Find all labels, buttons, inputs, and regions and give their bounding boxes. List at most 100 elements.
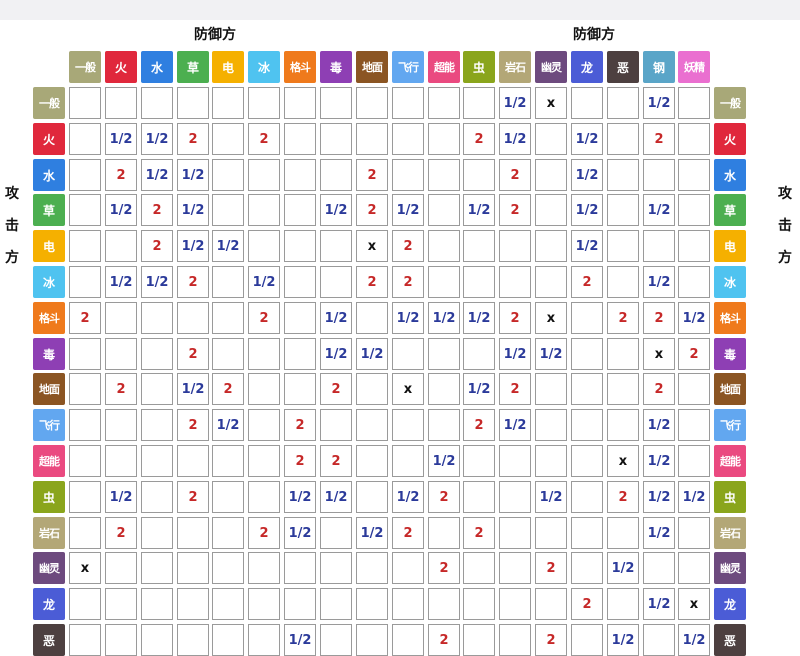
effectiveness-cell: 1/2	[678, 624, 710, 656]
effectiveness-cell: 2	[248, 302, 280, 334]
effectiveness-cell: 2	[105, 159, 137, 191]
effectiveness-cell: 1/2	[535, 481, 567, 513]
effectiveness-cell	[177, 552, 209, 584]
row-header-type-right: 电	[714, 230, 746, 262]
effectiveness-cell	[428, 123, 460, 155]
effectiveness-cell	[177, 517, 209, 549]
effectiveness-cell: x	[678, 588, 710, 620]
effectiveness-cell	[499, 266, 531, 298]
effectiveness-cell	[463, 159, 495, 191]
effectiveness-cell	[141, 517, 173, 549]
effectiveness-cell: 1/2	[607, 552, 639, 584]
effectiveness-cell	[212, 302, 244, 334]
effectiveness-cell	[356, 302, 388, 334]
effectiveness-cell	[212, 445, 244, 477]
effectiveness-cell	[678, 517, 710, 549]
effectiveness-cell: 1/2	[212, 409, 244, 441]
effectiveness-cell: x	[643, 338, 675, 370]
effectiveness-cell	[177, 302, 209, 334]
effectiveness-cell	[105, 87, 137, 119]
effectiveness-cell: 1/2	[392, 481, 424, 513]
effectiveness-cell	[356, 552, 388, 584]
col-header-type: 水	[141, 51, 173, 83]
effectiveness-cell	[643, 159, 675, 191]
effectiveness-cell	[356, 445, 388, 477]
effectiveness-cell: 2	[571, 588, 603, 620]
effectiveness-cell: 1/2	[428, 445, 460, 477]
effectiveness-cell: 2	[69, 302, 101, 334]
effectiveness-cell	[248, 552, 280, 584]
effectiveness-cell	[69, 445, 101, 477]
effectiveness-cell	[571, 338, 603, 370]
effectiveness-cell	[428, 373, 460, 405]
effectiveness-cell: 1/2	[105, 266, 137, 298]
effectiveness-cell: 1/2	[177, 194, 209, 226]
effectiveness-cell	[607, 266, 639, 298]
effectiveness-cell	[571, 481, 603, 513]
effectiveness-cell	[535, 159, 567, 191]
effectiveness-cell	[177, 87, 209, 119]
effectiveness-cell: 2	[571, 266, 603, 298]
effectiveness-cell	[141, 409, 173, 441]
col-header-type: 电	[212, 51, 244, 83]
col-header-type: 虫	[463, 51, 495, 83]
effectiveness-cell	[678, 159, 710, 191]
effectiveness-cell	[535, 123, 567, 155]
effectiveness-cell	[499, 481, 531, 513]
effectiveness-cell	[571, 445, 603, 477]
effectiveness-cell	[69, 373, 101, 405]
effectiveness-cell	[284, 302, 316, 334]
effectiveness-cell	[69, 194, 101, 226]
effectiveness-cell	[284, 266, 316, 298]
effectiveness-cell	[428, 87, 460, 119]
effectiveness-cell: 1/2	[356, 517, 388, 549]
row-header-type-right: 火	[714, 123, 746, 155]
effectiveness-cell	[535, 409, 567, 441]
effectiveness-cell: 2	[428, 481, 460, 513]
effectiveness-cell: 2	[607, 302, 639, 334]
effectiveness-cell	[607, 588, 639, 620]
col-header-type: 岩石	[499, 51, 531, 83]
effectiveness-cell: 2	[105, 373, 137, 405]
effectiveness-cell: 2	[463, 409, 495, 441]
effectiveness-cell	[643, 552, 675, 584]
effectiveness-cell: 1/2	[571, 194, 603, 226]
col-header-type: 幽灵	[535, 51, 567, 83]
col-header-type: 火	[105, 51, 137, 83]
effectiveness-cell: 2	[643, 302, 675, 334]
effectiveness-cell	[320, 230, 352, 262]
effectiveness-cell	[105, 302, 137, 334]
col-header-type: 冰	[248, 51, 280, 83]
row-header-type-right: 恶	[714, 624, 746, 656]
row-header-type-right: 飞行	[714, 409, 746, 441]
effectiveness-cell: 2	[607, 481, 639, 513]
row-header-type-left: 火	[33, 123, 65, 155]
effectiveness-cell	[499, 552, 531, 584]
effectiveness-cell: 1/2	[607, 624, 639, 656]
effectiveness-cell	[463, 87, 495, 119]
effectiveness-cell	[212, 481, 244, 513]
effectiveness-cell	[141, 373, 173, 405]
effectiveness-cell	[678, 373, 710, 405]
effectiveness-cell: 2	[392, 230, 424, 262]
effectiveness-cell: 2	[356, 194, 388, 226]
effectiveness-cell	[248, 87, 280, 119]
effectiveness-cell: 2	[356, 159, 388, 191]
col-header-type: 恶	[607, 51, 639, 83]
effectiveness-cell: 2	[643, 123, 675, 155]
effectiveness-cell	[248, 230, 280, 262]
effectiveness-cell	[177, 624, 209, 656]
effectiveness-cell	[105, 409, 137, 441]
effectiveness-cell	[356, 588, 388, 620]
effectiveness-cell: 2	[535, 624, 567, 656]
effectiveness-cell: 1/2	[463, 373, 495, 405]
effectiveness-cell	[643, 624, 675, 656]
effectiveness-cell	[535, 230, 567, 262]
effectiveness-cell	[392, 552, 424, 584]
effectiveness-cell	[248, 159, 280, 191]
effectiveness-cell: 1/2	[643, 409, 675, 441]
row-header-type-right: 草	[714, 194, 746, 226]
effectiveness-cell	[535, 194, 567, 226]
row-header-type-right: 超能	[714, 445, 746, 477]
effectiveness-cell	[463, 445, 495, 477]
